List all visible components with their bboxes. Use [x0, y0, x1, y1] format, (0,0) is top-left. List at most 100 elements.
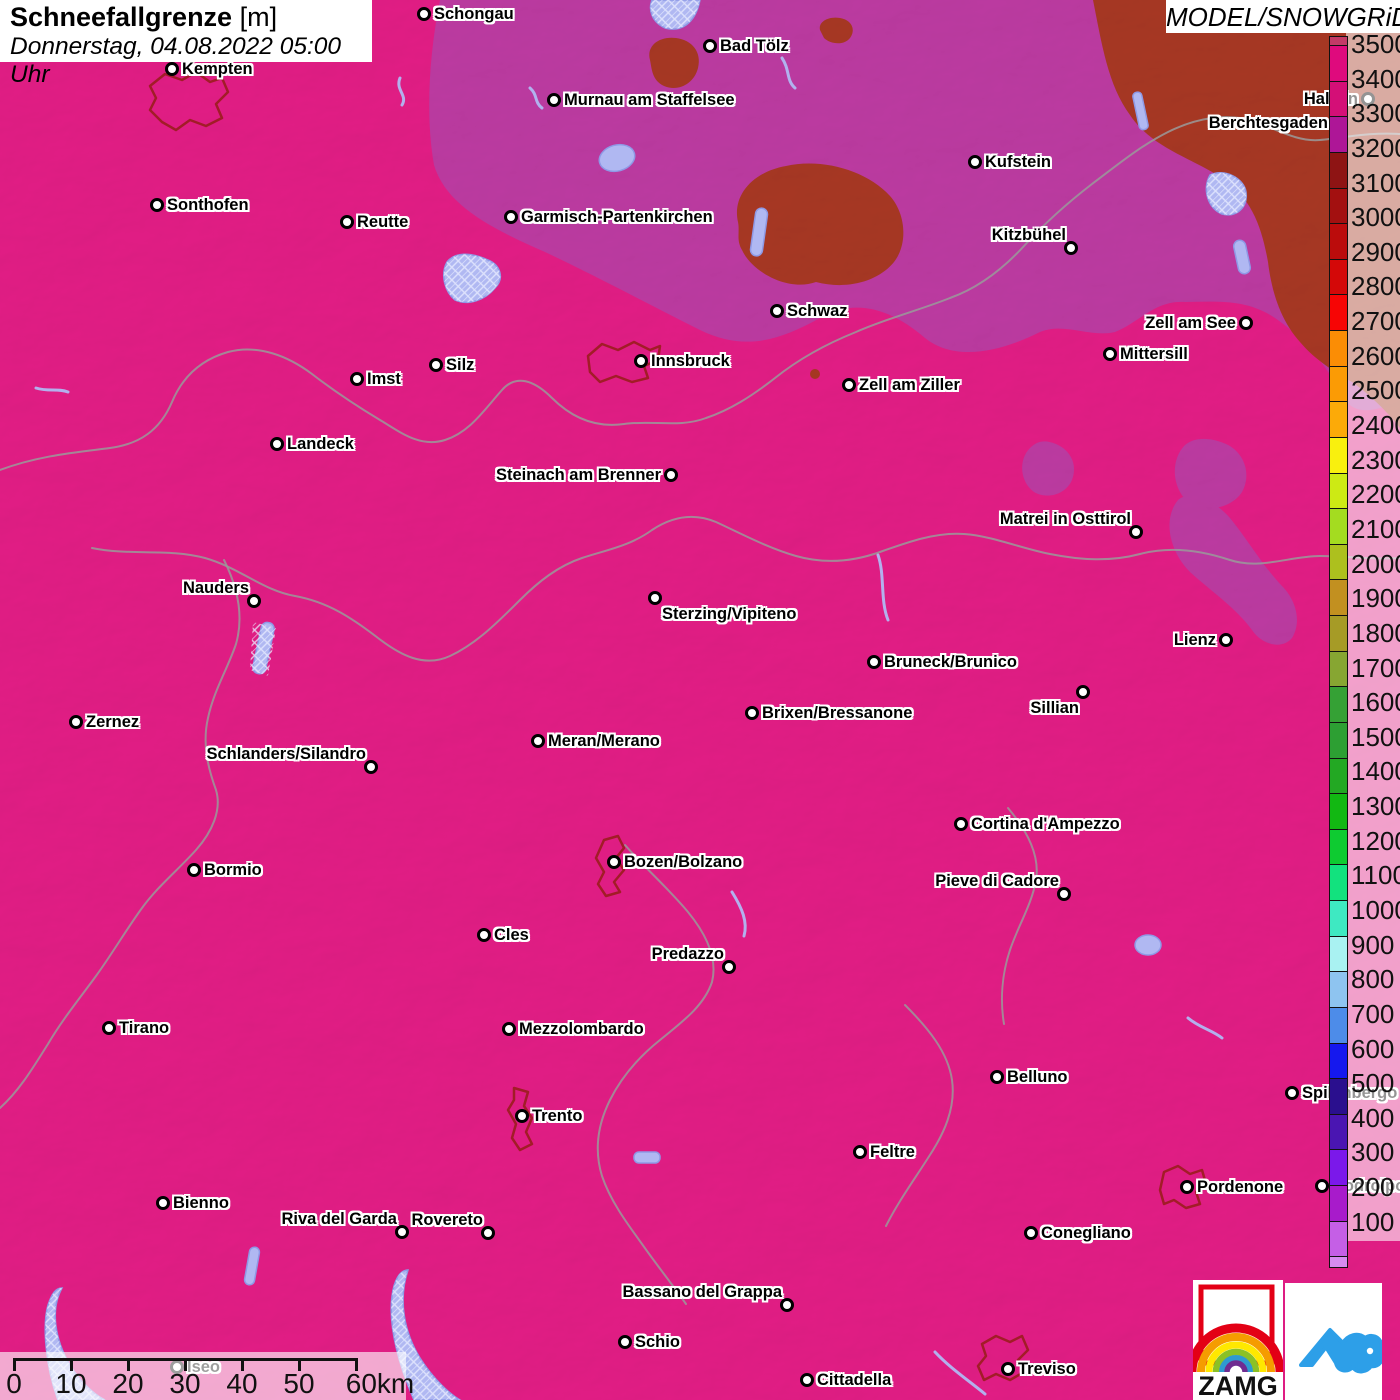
- city-dot: [842, 378, 856, 392]
- city-label: Schio: [635, 1333, 680, 1351]
- map-datetime: Donnerstag, 04.08.2022 05:00 Uhr: [10, 32, 342, 88]
- city-dot: [968, 155, 982, 169]
- colorbar-segment: [1330, 935, 1347, 972]
- colorbar-tick-label: 1800: [1351, 617, 1400, 648]
- city-dot: [607, 855, 621, 869]
- city-label: Treviso: [1018, 1360, 1076, 1378]
- title-box: Schneefallgrenze [m] Donnerstag, 04.08.2…: [0, 0, 372, 88]
- city-label: Bormio: [204, 861, 262, 879]
- colorbar-segment: [1330, 1185, 1347, 1221]
- colorbar-segment: [1330, 971, 1347, 1007]
- city-label: Steinach am Brenner: [495, 466, 661, 484]
- colorbar-tick-label: 2000: [1351, 548, 1400, 579]
- city-label: Landeck: [287, 435, 354, 453]
- colorbar-segment: [1330, 650, 1347, 687]
- city-label: Bad Tölz: [720, 37, 789, 55]
- scalebar-label: 0: [6, 1368, 22, 1399]
- city-dot: [102, 1021, 116, 1035]
- colorbar-tick-label: 200: [1351, 1172, 1395, 1203]
- city-label: Schwaz: [787, 302, 848, 320]
- colorbar-labels: 3500 3400 33003200 3100 30002900 2800 27002600…: [1351, 0, 1400, 1400]
- city-dot: [990, 1070, 1004, 1084]
- city-label: Schlanders/Silandro: [206, 744, 366, 763]
- colorbar-segment: [1330, 686, 1347, 722]
- colorbar-segment: [1330, 1006, 1347, 1043]
- colorbar-tick-label: 1200: [1351, 825, 1400, 856]
- city-label: Garmisch-Partenkirchen: [521, 208, 713, 226]
- city-dot: [745, 706, 759, 720]
- colorbar-tick-label: 1700: [1351, 652, 1400, 683]
- city-layer: Schongau Bad Tölz Kempten Murnau am Staffel…: [0, 0, 1400, 1400]
- city-dot: [634, 354, 648, 368]
- city-label: Mezzolombardo: [519, 1020, 644, 1038]
- city-dot: [867, 655, 881, 669]
- city-label: Cittadella: [817, 1371, 892, 1389]
- mountain-logo: [1285, 1283, 1385, 1400]
- scalebar-label: 20: [112, 1368, 144, 1399]
- colorbar-tick-label: 1400: [1351, 756, 1400, 787]
- colorbar-segment: [1330, 1256, 1347, 1268]
- city-label: Bruneck/Brunico: [884, 653, 1017, 671]
- city-dot: [1129, 525, 1143, 539]
- colorbar-segment: [1330, 615, 1347, 651]
- colorbar-tick-label: 2800: [1351, 271, 1400, 302]
- city-dot: [664, 468, 678, 482]
- model-label: MODEL/SNOWGRiD: [1166, 2, 1400, 32]
- colorbar-tick-label: 2200: [1351, 479, 1400, 510]
- colorbar-tick-label: 300: [1351, 1137, 1395, 1168]
- city-dot: [364, 760, 378, 774]
- city-label: Cortina d'Ampezzo: [971, 815, 1120, 833]
- city-dot: [1285, 1086, 1299, 1100]
- colorbar-segment: [1330, 116, 1347, 152]
- map-title-name: Schneefallgrenze: [10, 2, 233, 32]
- colorbar-tick-label: 2500: [1351, 375, 1400, 406]
- colorbar-tick-label: 600: [1351, 1033, 1395, 1064]
- city-label: Bassano del Grappa: [622, 1282, 782, 1301]
- colorbar-tick-label: 100: [1351, 1206, 1395, 1237]
- colorbar-segment: [1330, 1113, 1347, 1150]
- city-label: Bozen/Bolzano: [624, 853, 743, 871]
- city-dot: [1103, 347, 1117, 361]
- colorbar-tick-label: 2600: [1351, 340, 1400, 371]
- city-dot: [1180, 1180, 1194, 1194]
- city-dot: [531, 734, 545, 748]
- colorbar-tick-label: 3000: [1351, 202, 1400, 233]
- city-label: Zernez: [86, 713, 140, 731]
- city-dot: [703, 39, 717, 53]
- city-label: Kitzbühel: [991, 225, 1066, 244]
- scalebar-label: 50: [283, 1368, 315, 1399]
- colorbar-segment: [1330, 37, 1347, 45]
- colorbar-tick-label: 3100: [1351, 167, 1400, 198]
- colorbar-segment: [1330, 757, 1347, 794]
- city-label: Riva del Garda: [281, 1209, 397, 1228]
- city-dot: [481, 1226, 495, 1240]
- colorbar-tick-label: 3200: [1351, 132, 1400, 163]
- scalebar-label: 60km: [345, 1368, 415, 1399]
- city-dot: [150, 198, 164, 212]
- colorbar-tick-label: 700: [1351, 998, 1395, 1029]
- city-label: Imst: [367, 370, 401, 388]
- map-title-unit: [m]: [239, 2, 278, 32]
- weather-map-page: Schongau Bad Tölz Kempten Murnau am Staffel…: [0, 0, 1400, 1400]
- city-dot: [515, 1109, 529, 1123]
- colorbar-segment: [1330, 258, 1347, 295]
- city-label: Matrei in Osttirol: [999, 509, 1131, 528]
- city-dot: [618, 1335, 632, 1349]
- mountain-cloud-icon: [1299, 1328, 1385, 1374]
- colorbar-segment: [1330, 1042, 1347, 1079]
- colorbar-segment: [1330, 472, 1347, 509]
- colorbar-segment: [1330, 1149, 1347, 1185]
- city-dot: [1001, 1362, 1015, 1376]
- colorbar-tick-label: 400: [1351, 1102, 1395, 1133]
- colorbar-tick-label: 1000: [1351, 895, 1400, 925]
- colorbar-bar: [1329, 36, 1348, 1269]
- colorbar-segment: [1330, 151, 1347, 188]
- city-label: Conegliano: [1041, 1224, 1131, 1242]
- city-label: Lienz: [1173, 631, 1216, 649]
- city-label: Sterzing/Vipiteno: [662, 605, 797, 623]
- city-dot: [1239, 316, 1253, 330]
- colorbar-tick-label: 3400: [1351, 63, 1400, 94]
- colorbar-tick-label: 900: [1351, 929, 1395, 960]
- colorbar-tick-label: 3500: [1351, 29, 1400, 59]
- city-dot: [1315, 1179, 1329, 1193]
